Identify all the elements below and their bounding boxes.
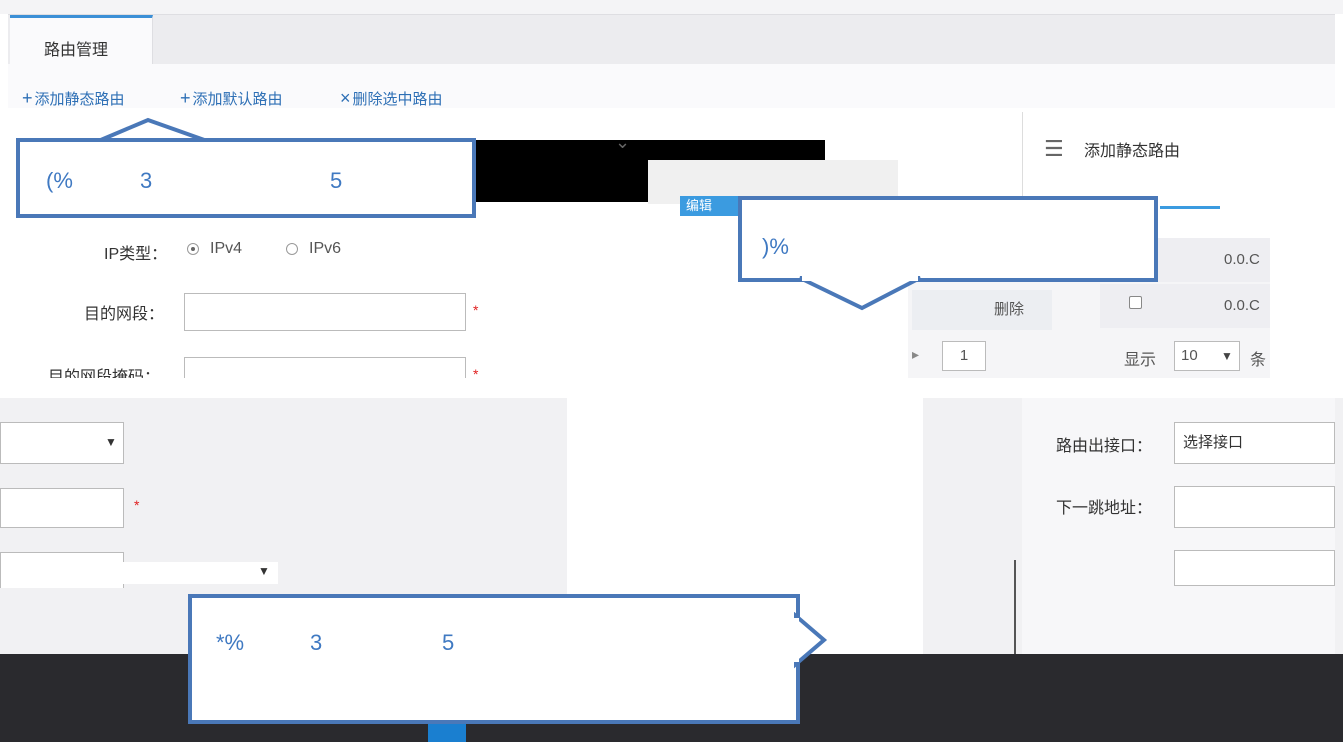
out-interface-label: 路由出接口：: [1056, 438, 1153, 455]
divider: [1014, 560, 1016, 656]
row-checkbox[interactable]: [1129, 296, 1142, 309]
dest-segment-input[interactable]: [184, 293, 466, 331]
page-size-label: 显示: [1124, 352, 1157, 369]
extra-input[interactable]: [1174, 550, 1335, 586]
ip-cell: 0.0.C: [1224, 251, 1260, 268]
page-input[interactable]: 1: [942, 341, 986, 371]
row-actions: 删除: [912, 290, 1052, 330]
callout-box-1: (% 3 5: [16, 138, 476, 218]
ip-type-label: IP类型：: [104, 246, 168, 263]
add-static-route-button[interactable]: + 添加静态路由: [22, 88, 125, 109]
menu-icon[interactable]: ☰: [1044, 136, 1064, 162]
tab-label: 路由管理: [44, 42, 109, 59]
right-panel-title: 添加静态路由: [1084, 143, 1181, 160]
next-hop-label: 下一跳地址：: [1056, 500, 1153, 517]
tab-indicator: [1160, 206, 1220, 209]
callout-pointer: [799, 276, 921, 311]
dropdown-arrow-icon: ▼: [105, 435, 117, 449]
delete-selected-route-button[interactable]: × 删除选中路由: [340, 88, 443, 109]
dropdown-arrow-icon: ▼: [258, 564, 270, 578]
type-select[interactable]: ▼: [0, 422, 124, 464]
tab-strip: [8, 14, 1335, 65]
next-hop-input[interactable]: [1174, 486, 1335, 528]
page-size-select[interactable]: 10 ▼: [1174, 341, 1240, 371]
items-unit-label: 条: [1250, 352, 1267, 369]
metric-input[interactable]: [0, 488, 124, 528]
callout-pointer: [794, 612, 828, 669]
ipv6-label: IPv6: [309, 240, 342, 257]
callout-box-3: *% 3 5: [188, 594, 800, 724]
priority-select-ext[interactable]: ▼: [46, 562, 278, 584]
top-strip: [0, 0, 1343, 14]
plus-icon: +: [180, 88, 191, 108]
required-mark: *: [473, 366, 479, 378]
radio-ipv6[interactable]: [286, 243, 298, 255]
out-interface-select[interactable]: 选择接口: [1174, 422, 1335, 464]
ipv4-label: IPv4: [210, 240, 243, 257]
required-mark: *: [134, 497, 140, 513]
dest-mask-row: 目的网段掩码： *: [8, 356, 598, 378]
chevron-down-icon: ⌄: [615, 132, 631, 152]
add-default-route-button[interactable]: + 添加默认路由: [180, 88, 283, 109]
table-row: 0.0.C: [1100, 284, 1270, 328]
edit-button[interactable]: 编辑: [680, 196, 740, 216]
ip-cell: 0.0.C: [1224, 297, 1260, 314]
dest-mask-input[interactable]: [184, 357, 466, 378]
plus-icon: +: [22, 88, 33, 108]
radio-ipv4[interactable]: [187, 243, 199, 255]
pager: ▸ 1: [912, 338, 1062, 374]
close-icon: ×: [340, 88, 351, 108]
tab-route-management[interactable]: 路由管理: [10, 15, 153, 65]
prev-page-icon[interactable]: ▸: [912, 346, 919, 363]
dest-mask-label: 目的网段掩码：: [48, 369, 161, 378]
dest-segment-label: 目的网段：: [84, 306, 165, 323]
required-mark: *: [473, 302, 479, 318]
dropdown-arrow-icon: ▼: [1221, 349, 1233, 363]
delete-row-button[interactable]: 删除: [994, 298, 1024, 319]
callout-box-2: )%: [738, 196, 1158, 282]
